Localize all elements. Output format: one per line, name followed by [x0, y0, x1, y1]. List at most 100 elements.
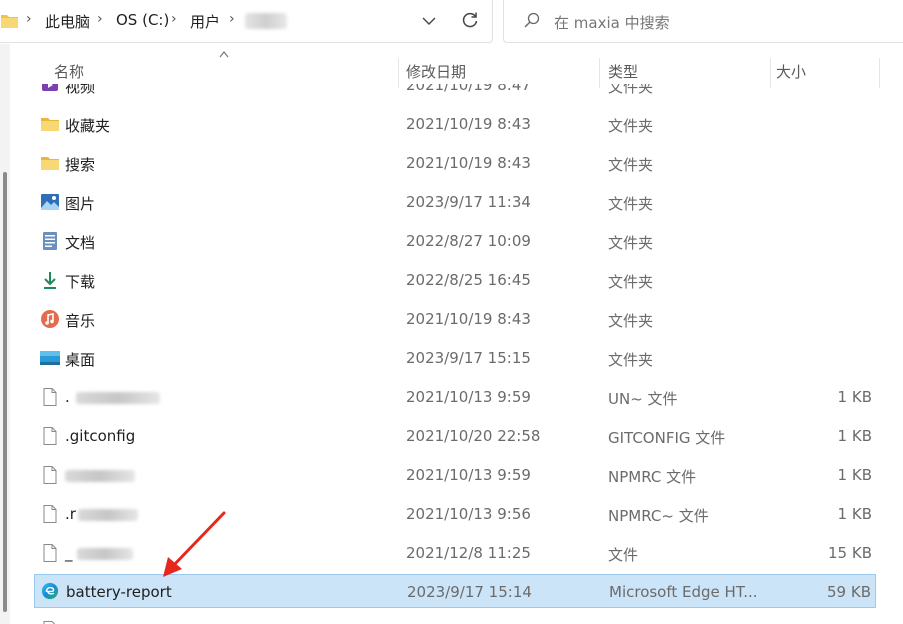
file-type: 文件夹 [608, 84, 654, 96]
folder-icon [1, 15, 18, 28]
breadcrumb-username-redacted[interactable] [245, 13, 287, 29]
file-name: . [65, 388, 160, 406]
file-size: 15 KB [828, 544, 872, 562]
breadcrumb-users[interactable]: 用户 [190, 11, 220, 32]
list-item[interactable]: 文档 2022/8/27 10:09 文件夹 [34, 224, 876, 258]
file-name [65, 466, 135, 484]
file-name: .r [65, 505, 138, 523]
list-item[interactable]: 2021/10/13 9:59 NPMRC 文件 1 KB [34, 458, 876, 492]
column-name[interactable]: 名称 [54, 61, 84, 82]
file-name: 文档 [65, 234, 96, 252]
navigation-bar: › 此电脑 › OS (C:) › 用户 › 在 maxia 中搜索 [0, 0, 903, 44]
search-box[interactable]: 在 maxia 中搜索 [503, 0, 903, 43]
chevron-down-icon[interactable] [422, 14, 436, 28]
file-name: .gitconfig [65, 427, 136, 445]
navigation-pane-edge [0, 44, 10, 624]
file-name: 收藏夹 [65, 117, 111, 135]
breadcrumb-os-c[interactable]: OS (C:) [116, 11, 169, 29]
file-icon [43, 505, 57, 523]
folder-icon [41, 118, 59, 131]
file-type: Microsoft Edge HT... [609, 583, 758, 601]
file-date: 2023/9/17 11:34 [406, 193, 531, 211]
file-date: 2021/10/19 8:47 [406, 84, 531, 94]
list-item[interactable]: 搜索 2021/10/19 8:43 文件夹 [34, 146, 876, 180]
list-item[interactable]: 收藏夹 2021/10/19 8:43 文件夹 [34, 107, 876, 141]
file-type: GITCONFIG 文件 [608, 429, 726, 447]
file-size: 1 KB [837, 466, 872, 484]
file-type: 文件夹 [608, 234, 654, 252]
file-name: _ [65, 544, 133, 562]
redacted-text [77, 508, 138, 521]
file-icon [43, 544, 57, 562]
file-date: 2023/9/17 15:15 [406, 349, 531, 367]
file-date: 2021/10/13 9:59 [406, 388, 531, 406]
search-icon [524, 12, 540, 28]
file-size: 59 KB [827, 583, 871, 601]
list-item[interactable]: . 2021/10/13 9:59 UN~ 文件 1 KB [34, 380, 876, 414]
music-icon [41, 310, 59, 328]
file-icon [43, 427, 57, 445]
file-type: 文件夹 [608, 195, 654, 213]
column-type[interactable]: 类型 [608, 61, 638, 82]
redacted-text [75, 391, 160, 404]
file-type: 文件夹 [608, 156, 654, 174]
chevron-right-icon: › [26, 11, 32, 27]
search-placeholder: 在 maxia 中搜索 [554, 14, 670, 32]
file-icon [43, 466, 57, 484]
file-date: 2021/12/8 11:25 [406, 544, 531, 562]
file-date: 2021/10/19 8:43 [406, 310, 531, 328]
sort-ascending-icon [219, 51, 229, 58]
file-size: 1 KB [837, 427, 872, 445]
list-item[interactable]: 桌面 2023/9/17 15:15 文件夹 [34, 341, 876, 375]
desktop-icon [40, 351, 60, 365]
file-type: 文件夹 [608, 273, 654, 291]
breadcrumb-this-pc[interactable]: 此电脑 [45, 11, 90, 32]
address-bar[interactable]: › 此电脑 › OS (C:) › 用户 › [0, 0, 493, 43]
list-item[interactable] [34, 613, 876, 624]
chevron-right-icon: › [171, 11, 177, 27]
list-item[interactable]: .gitconfig 2021/10/20 22:58 GITCONFIG 文件… [34, 419, 876, 453]
file-name: 桌面 [65, 351, 96, 369]
folder-icon [41, 157, 59, 170]
list-item[interactable]: 音乐 2021/10/19 8:43 文件夹 [34, 302, 876, 336]
file-type: 文件夹 [608, 351, 654, 369]
chevron-right-icon: › [97, 11, 103, 27]
chevron-right-icon: › [229, 11, 235, 27]
file-type: NPMRC 文件 [608, 468, 697, 486]
file-name: 音乐 [65, 312, 96, 330]
file-date: 2023/9/17 15:14 [407, 583, 532, 601]
list-item[interactable]: 图片 2023/9/17 11:34 文件夹 [34, 185, 876, 219]
pictures-icon [41, 194, 59, 210]
file-date: 2022/8/27 10:09 [406, 232, 531, 250]
file-name: 视频 [65, 84, 96, 96]
videos-folder-icon [42, 84, 58, 91]
file-date: 2022/8/25 16:45 [406, 271, 531, 289]
file-date: 2021/10/19 8:43 [406, 154, 531, 172]
file-name: 下载 [65, 273, 96, 291]
redacted-text [65, 469, 135, 482]
list-item[interactable]: 下载 2022/8/25 16:45 文件夹 [34, 263, 876, 297]
file-name: 搜索 [65, 156, 96, 174]
file-icon [43, 388, 57, 406]
column-date-modified[interactable]: 修改日期 [406, 61, 466, 82]
file-date: 2021/10/13 9:59 [406, 466, 531, 484]
file-size: 1 KB [837, 505, 872, 523]
file-date: 2021/10/20 22:58 [406, 427, 541, 445]
annotation-arrow-icon [163, 511, 226, 577]
scrollbar-thumb[interactable] [3, 172, 7, 612]
file-type: 文件夹 [608, 312, 654, 330]
file-size: 1 KB [837, 388, 872, 406]
file-list: 视频 2021/10/19 8:47 文件夹 收藏夹 2021/10/19 8:… [10, 84, 903, 624]
file-type: UN~ 文件 [608, 390, 678, 408]
refresh-icon[interactable] [461, 11, 479, 29]
redacted-text [76, 547, 133, 560]
documents-icon [43, 232, 57, 250]
file-date: 2021/10/19 8:43 [406, 115, 531, 133]
column-header: 名称 修改日期 类型 大小 [10, 44, 903, 88]
file-type: 文件夹 [608, 117, 654, 135]
download-icon [44, 272, 56, 289]
list-item[interactable]: 视频 2021/10/19 8:47 文件夹 [34, 84, 876, 102]
edge-icon [41, 582, 59, 600]
file-name: battery-report [66, 583, 172, 601]
column-size[interactable]: 大小 [776, 61, 806, 82]
